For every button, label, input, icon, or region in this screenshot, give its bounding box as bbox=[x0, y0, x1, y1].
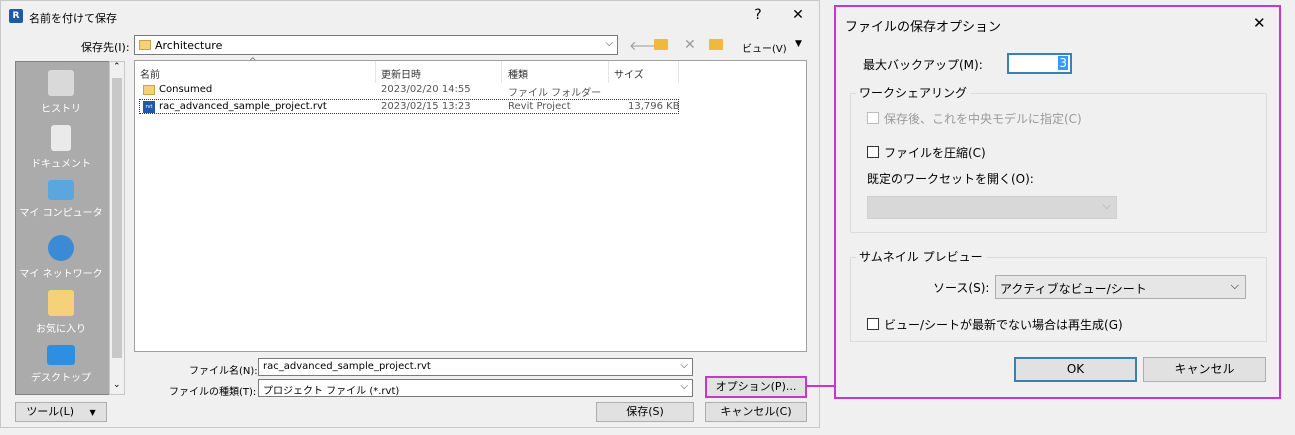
regenerate-checkbox[interactable] bbox=[867, 318, 879, 330]
max-backup-value: 3 bbox=[1058, 56, 1068, 70]
column-header-size[interactable]: サイズ bbox=[614, 66, 644, 81]
views-dropdown-icon[interactable]: ▼ bbox=[795, 39, 802, 49]
up-folder-icon[interactable] bbox=[654, 39, 668, 50]
delete-icon[interactable]: ✕ bbox=[684, 37, 696, 53]
history-icon bbox=[48, 70, 74, 96]
new-folder-icon[interactable] bbox=[709, 39, 723, 50]
file-modified: 2023/02/15 13:23 bbox=[381, 101, 471, 112]
list-item[interactable]: rvt rac_advanced_sample_project.rvt 2023… bbox=[139, 99, 680, 114]
place-desktop[interactable]: デスクトップ bbox=[16, 345, 106, 384]
place-favorites[interactable]: お気に入り bbox=[16, 290, 106, 335]
thumbnail-title: サムネイル プレビュー bbox=[856, 248, 986, 265]
chevron-down-icon: ⌵ bbox=[680, 360, 688, 371]
place-label: お気に入り bbox=[36, 324, 86, 335]
place-history[interactable]: ヒストリ bbox=[16, 70, 106, 115]
file-size: 13,796 KB bbox=[628, 101, 680, 112]
network-icon bbox=[48, 235, 74, 261]
central-model-label: 保存後、これを中央モデルに指定(C) bbox=[884, 112, 1082, 126]
filetype-label: ファイルの種類(T): bbox=[169, 387, 257, 398]
file-save-options-dialog: ファイルの保存オプション ✕ 最大バックアップ(M): 3 ワークシェアリング … bbox=[834, 5, 1281, 399]
source-label: ソース(S): bbox=[933, 281, 990, 295]
central-model-checkbox[interactable] bbox=[867, 112, 879, 124]
column-header-type[interactable]: 種類 bbox=[508, 66, 528, 81]
file-list[interactable]: ^ 名前 更新日時 種類 サイズ Consumed 2023/02/20 14:… bbox=[134, 57, 807, 352]
folder-icon bbox=[143, 85, 155, 95]
column-divider bbox=[678, 61, 679, 83]
options-cancel-button[interactable]: キャンセル bbox=[1143, 357, 1266, 382]
chevron-down-icon: ⌵ bbox=[1102, 199, 1111, 212]
computer-icon bbox=[48, 180, 74, 200]
file-type: ファイル フォルダー bbox=[508, 88, 602, 99]
scroll-down-icon[interactable]: ⌄ bbox=[113, 380, 121, 390]
column-header-name[interactable]: 名前 bbox=[140, 66, 160, 81]
place-my-network[interactable]: マイ ネットワーク bbox=[16, 235, 106, 280]
revit-app-icon: R bbox=[9, 9, 23, 23]
chevron-down-icon: ▼ bbox=[89, 408, 96, 417]
sort-arrow-icon: ^ bbox=[249, 57, 257, 67]
scroll-thumb[interactable] bbox=[112, 78, 122, 358]
file-type: Revit Project bbox=[508, 101, 571, 112]
save-in-value: Architecture bbox=[155, 39, 223, 52]
dialog-title: 名前を付けて保存 bbox=[29, 12, 117, 25]
worksharing-title: ワークシェアリング bbox=[856, 84, 971, 101]
file-name: rac_advanced_sample_project.rvt bbox=[159, 101, 327, 112]
close-icon[interactable]: ✕ bbox=[1253, 14, 1266, 32]
options-dialog-title: ファイルの保存オプション bbox=[845, 20, 1002, 35]
desktop-icon bbox=[47, 345, 75, 365]
scroll-up-icon[interactable]: ⌃ bbox=[113, 62, 121, 72]
ok-button[interactable]: OK bbox=[1014, 357, 1137, 382]
chevron-down-icon: ⌵ bbox=[605, 38, 613, 49]
source-dropdown[interactable]: アクティブなビュー/シート ⌵ bbox=[995, 275, 1246, 299]
source-value: アクティブなビュー/シート bbox=[1000, 282, 1147, 296]
chevron-down-icon: ⌵ bbox=[1230, 279, 1239, 292]
place-label: マイ コンピュータ bbox=[19, 208, 103, 219]
save-as-dialog: R 名前を付けて保存 ? ✕ 保存先(I): Architecture ⌵ 🡐 … bbox=[0, 0, 820, 428]
rvt-file-icon: rvt bbox=[143, 101, 155, 113]
file-name: Consumed bbox=[159, 84, 213, 95]
place-label: マイ ネットワーク bbox=[19, 269, 103, 280]
documents-icon bbox=[51, 125, 71, 151]
place-my-computer[interactable]: マイ コンピュータ bbox=[16, 180, 106, 219]
filetype-dropdown[interactable]: プロジェクト ファイル (*.rvt) ⌵ bbox=[258, 379, 693, 397]
close-button[interactable]: ✕ bbox=[783, 7, 813, 23]
places-bar: ヒストリ ドキュメント マイ コンピュータ マイ ネットワーク お気に入り デス… bbox=[15, 61, 123, 395]
save-button[interactable]: 保存(S) bbox=[596, 402, 694, 422]
open-workset-label: 既定のワークセットを開く(O): bbox=[867, 172, 1034, 186]
connector-line bbox=[806, 385, 834, 387]
places-scrollbar[interactable]: ⌃ ⌄ bbox=[109, 61, 125, 395]
options-button[interactable]: オプション(P)... bbox=[705, 376, 807, 398]
max-backup-label: 最大バックアップ(M): bbox=[863, 58, 983, 72]
regenerate-label: ビュー/シートが最新でない場合は再生成(G) bbox=[884, 318, 1123, 332]
column-divider bbox=[608, 61, 609, 83]
filename-input[interactable]: rac_advanced_sample_project.rvt ⌵ bbox=[258, 358, 693, 376]
filetype-value: プロジェクト ファイル (*.rvt) bbox=[263, 386, 400, 397]
tools-label: ツール(L) bbox=[26, 405, 75, 418]
views-menu[interactable]: ビュー(V) bbox=[742, 40, 787, 55]
tools-button[interactable]: ツール(L) ▼ bbox=[15, 402, 107, 422]
max-backup-input[interactable]: 3 bbox=[1007, 53, 1072, 74]
file-modified: 2023/02/20 14:55 bbox=[381, 84, 471, 95]
folder-icon bbox=[139, 40, 151, 50]
column-divider bbox=[501, 61, 502, 83]
place-label: ヒストリ bbox=[41, 104, 81, 115]
favorites-icon bbox=[48, 290, 74, 316]
help-button[interactable]: ? bbox=[743, 7, 773, 23]
filename-label: ファイル名(N): bbox=[189, 366, 258, 377]
place-label: ドキュメント bbox=[31, 159, 91, 170]
save-in-dropdown[interactable]: Architecture ⌵ bbox=[134, 35, 618, 55]
column-divider bbox=[375, 61, 376, 83]
place-label: デスクトップ bbox=[31, 373, 91, 384]
place-documents[interactable]: ドキュメント bbox=[16, 125, 106, 170]
chevron-down-icon: ⌵ bbox=[680, 381, 688, 392]
cancel-button[interactable]: キャンセル(C) bbox=[705, 402, 807, 422]
list-item[interactable]: Consumed 2023/02/20 14:55 ファイル フォルダー bbox=[139, 83, 679, 99]
open-workset-dropdown: ⌵ bbox=[867, 196, 1117, 219]
save-in-label: 保存先(I): bbox=[81, 41, 130, 54]
compress-label: ファイルを圧縮(C) bbox=[884, 146, 986, 160]
compress-checkbox[interactable] bbox=[867, 146, 879, 158]
filename-value: rac_advanced_sample_project.rvt bbox=[263, 361, 431, 372]
column-header-modified[interactable]: 更新日時 bbox=[381, 66, 421, 81]
